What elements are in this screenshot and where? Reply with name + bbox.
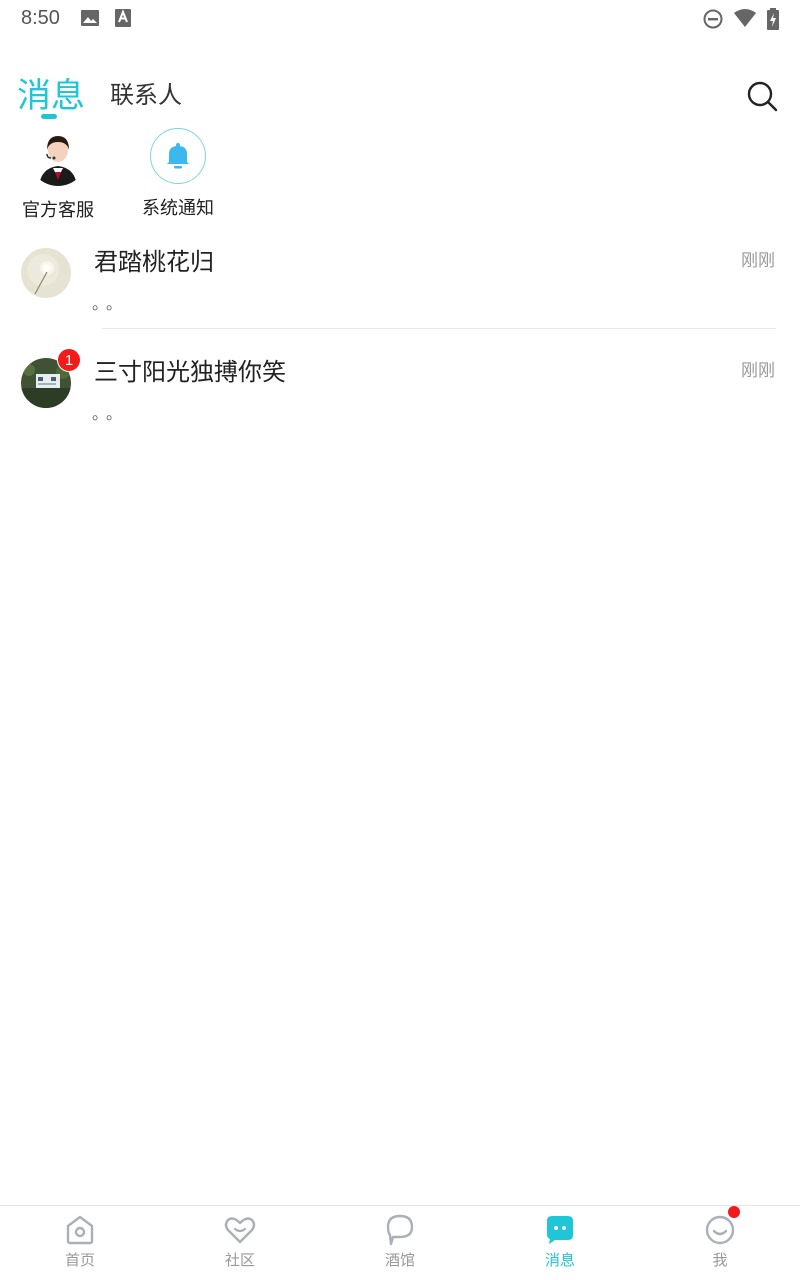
avatar bbox=[21, 248, 71, 298]
service-avatar bbox=[29, 128, 87, 186]
chat-time: 刚刚 bbox=[741, 251, 775, 271]
status-bar: 8:50 bbox=[0, 0, 800, 36]
nav-home[interactable]: 首页 bbox=[0, 1206, 160, 1280]
chat-list-item[interactable]: 君踏桃花归 刚刚 。。 bbox=[0, 234, 800, 342]
system-notice-label: 系统通知 bbox=[142, 198, 214, 219]
nav-messages[interactable]: 消息 bbox=[480, 1206, 640, 1280]
battery-charging-icon bbox=[766, 8, 786, 30]
bell-icon bbox=[167, 143, 189, 169]
status-time: 8:50 bbox=[21, 7, 60, 29]
profile-icon bbox=[705, 1215, 735, 1245]
bell-icon-wrap bbox=[150, 128, 206, 184]
notification-dot bbox=[728, 1206, 740, 1218]
tab-contacts[interactable]: 联系人 bbox=[110, 75, 182, 110]
dnd-icon bbox=[702, 8, 723, 29]
search-button[interactable] bbox=[744, 78, 780, 114]
chat-preview: 。。 bbox=[92, 294, 129, 313]
official-service-entry[interactable]: 官方客服 bbox=[8, 128, 108, 222]
nav-community-label: 社区 bbox=[224, 1251, 255, 1269]
tavern-icon bbox=[386, 1214, 414, 1246]
nav-me-label: 我 bbox=[712, 1251, 728, 1269]
nav-messages-label: 消息 bbox=[544, 1251, 575, 1269]
nav-tavern-label: 酒馆 bbox=[384, 1251, 415, 1269]
chat-preview: 。。 bbox=[92, 404, 129, 423]
nav-tavern[interactable]: 酒馆 bbox=[320, 1206, 480, 1280]
bottom-nav: 首页 社区 酒馆 消息 我 bbox=[0, 1205, 800, 1280]
nav-home-label: 首页 bbox=[64, 1251, 95, 1269]
search-icon bbox=[747, 81, 778, 112]
home-icon bbox=[66, 1215, 94, 1245]
tab-indicator bbox=[41, 114, 57, 119]
image-icon bbox=[80, 8, 100, 28]
text-icon bbox=[114, 8, 134, 28]
official-service-label: 官方客服 bbox=[22, 200, 94, 221]
unread-badge: 1 bbox=[57, 348, 81, 372]
nav-me[interactable]: 我 bbox=[640, 1206, 800, 1280]
heart-icon bbox=[224, 1217, 256, 1244]
chat-name: 君踏桃花归 bbox=[94, 248, 214, 276]
wifi-icon bbox=[733, 8, 756, 28]
nav-community[interactable]: 社区 bbox=[160, 1206, 320, 1280]
divider bbox=[102, 328, 776, 329]
chat-name: 三寸阳光独搏你笑 bbox=[94, 358, 286, 386]
chat-list-item[interactable]: 1 三寸阳光独搏你笑 刚刚 。。 bbox=[0, 344, 800, 452]
message-icon bbox=[547, 1216, 573, 1244]
tab-messages[interactable]: 消息 bbox=[17, 68, 85, 117]
chat-time: 刚刚 bbox=[741, 361, 775, 381]
system-notice-entry[interactable]: 系统通知 bbox=[128, 128, 228, 220]
